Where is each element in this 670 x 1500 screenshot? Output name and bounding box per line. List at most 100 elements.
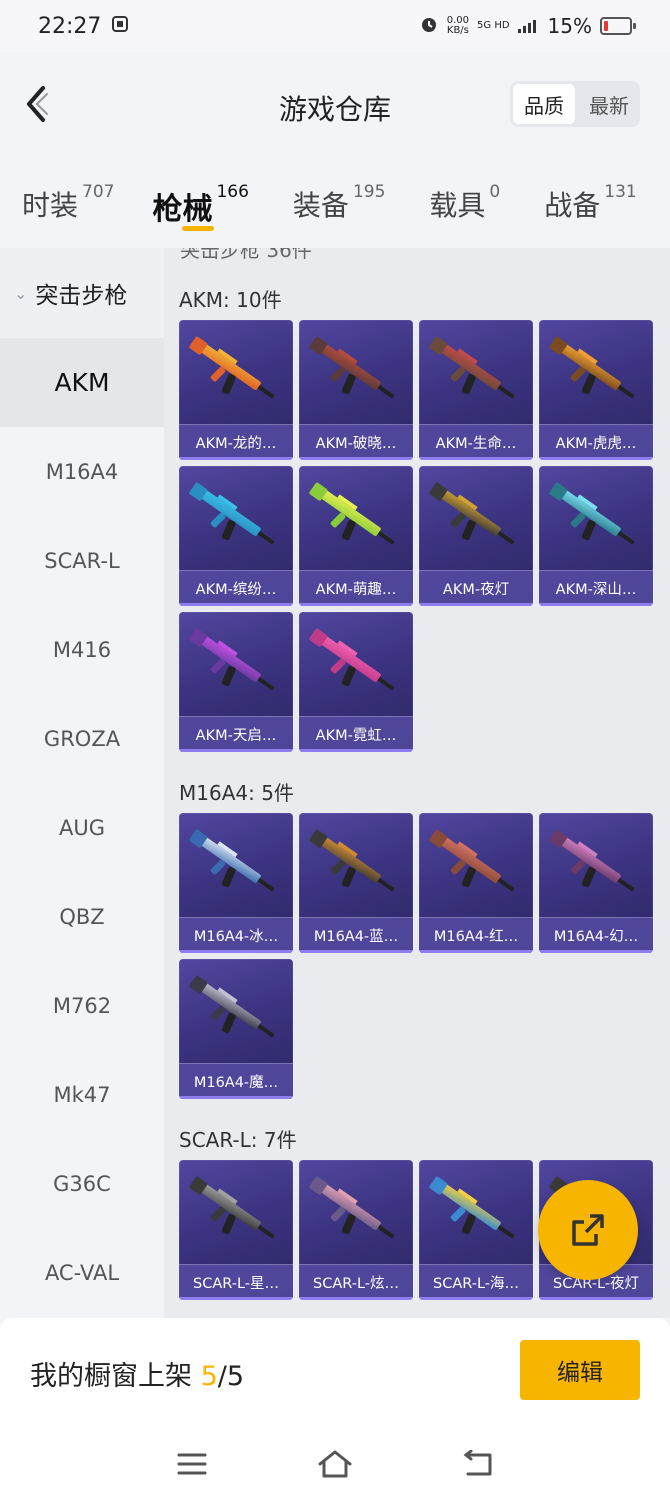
battery-percent: 15% (547, 14, 592, 38)
weapon-skin-image (189, 482, 275, 545)
weapon-card-name: AKM-天启… (179, 716, 293, 752)
weapon-skin-image (189, 628, 275, 691)
sidebar-item-groza[interactable]: GROZA (0, 694, 164, 783)
weapon-card-name: AKM-缤纷… (179, 570, 293, 606)
sidebar-item-g36c[interactable]: G36C (0, 1139, 164, 1228)
weapon-skin-image (189, 975, 275, 1038)
weapon-card[interactable]: SCAR-L-炫… (299, 1160, 413, 1300)
weapon-skin-image (309, 336, 395, 399)
weapon-card[interactable]: AKM-生命… (419, 320, 533, 460)
status-time: 22:27 (38, 13, 102, 39)
weapon-skin-image (189, 336, 275, 399)
sidebar-item-m16a4[interactable]: M16A4 (0, 427, 164, 516)
weapon-card-name: AKM-霓虹… (299, 716, 413, 752)
tab-supplies[interactable]: 战备 131 (544, 162, 636, 248)
weapon-card[interactable]: AKM-霓虹… (299, 612, 413, 752)
showcase-status: 我的橱窗上架 5/5 (30, 1360, 245, 1392)
home-button[interactable] (305, 1439, 365, 1489)
category-heading: 突击步枪 36件 (180, 248, 312, 262)
weapon-card[interactable]: AKM-虎虎… (539, 320, 653, 460)
menu-icon (177, 1453, 207, 1475)
showcase-bar: 我的橱窗上架 5/5 编辑 (0, 1318, 670, 1428)
weapon-card-name: AKM-夜灯 (419, 570, 533, 606)
weapon-card-name: AKM-龙的… (179, 424, 293, 460)
group-title: AKM: 10件 (179, 288, 282, 312)
weapon-card[interactable]: SCAR-L-星… (179, 1160, 293, 1300)
weapon-skin-image (189, 829, 275, 892)
weapon-card-name: M16A4-红… (419, 917, 533, 953)
tab-equipment[interactable]: 装备 195 (293, 162, 385, 248)
weapon-card[interactable]: AKM-深山… (539, 466, 653, 606)
weapon-card-name: M16A4-幻… (539, 917, 653, 953)
sidebar-item-m416[interactable]: M416 (0, 605, 164, 694)
weapon-card[interactable]: AKM-夜灯 (419, 466, 533, 606)
weapon-card[interactable]: AKM-龙的… (179, 320, 293, 460)
weapon-skin-image (429, 336, 515, 399)
weapon-card[interactable]: M16A4-蓝… (299, 813, 413, 953)
weapon-skin-image (429, 482, 515, 545)
sidebar-item-qbz[interactable]: QBZ (0, 872, 164, 961)
back-nav-button[interactable] (448, 1439, 508, 1489)
header: 游戏仓库 品质 最新 (0, 52, 670, 162)
sidebar-item-scar-l[interactable]: SCAR-L (0, 516, 164, 605)
weapon-card-name: AKM-深山… (539, 570, 653, 606)
sort-newest-button[interactable]: 最新 (578, 81, 640, 127)
weapon-card[interactable]: AKM-缤纷… (179, 466, 293, 606)
signal-bars-icon (517, 14, 540, 38)
weapon-skin-image (309, 482, 395, 545)
tab-vehicles[interactable]: 载具 0 (429, 162, 500, 248)
weapon-card[interactable]: M16A4-冰… (179, 813, 293, 953)
weapon-card-name: AKM-虎虎… (539, 424, 653, 460)
sidebar-item-mk47[interactable]: Mk47 (0, 1050, 164, 1139)
weapon-card-name: SCAR-L-星… (179, 1264, 293, 1300)
alarm-icon (419, 14, 439, 39)
sidebar-item-m762[interactable]: M762 (0, 961, 164, 1050)
weapon-skin-image (309, 1176, 395, 1239)
weapon-group-akm: AKM: 10件 AKM-龙的… AKM-破晓… AKM-生命… AKM-虎虎… AKM… (179, 280, 659, 752)
sort-quality-button[interactable]: 品质 (513, 84, 575, 124)
weapon-list[interactable]: 突击步枪 36件 AKM: 10件 AKM-龙的… AKM-破晓… AKM-生命… A… (164, 248, 670, 1318)
edit-button[interactable]: 编辑 (520, 1340, 640, 1400)
weapon-card-name: M16A4-魔… (179, 1063, 293, 1099)
weapon-card-name: SCAR-L-炫… (299, 1264, 413, 1300)
menu-button[interactable] (162, 1439, 222, 1489)
tab-indicator (182, 226, 215, 231)
system-nav-bar (0, 1428, 670, 1500)
weapon-card-name: M16A4-蓝… (299, 917, 413, 953)
weapon-sidebar: ⌄ 突击步枪 AKM M16A4 SCAR-L M416 GROZA AUG Q… (0, 248, 164, 1318)
notification-icon (111, 14, 129, 39)
sort-toggle: 品质 最新 (510, 81, 640, 127)
battery-icon (600, 17, 636, 35)
weapon-skin-image (549, 482, 635, 545)
weapon-card-name: M16A4-冰… (179, 917, 293, 953)
weapon-group-m16a4: M16A4: 5件 M16A4-冰… M16A4-蓝… M16A4-红… M16A4-… (179, 773, 659, 1099)
sidebar-item-ac-val[interactable]: AC-VAL (0, 1228, 164, 1317)
weapon-skin-image (189, 1176, 275, 1239)
weapon-card[interactable]: SCAR-L-海… (419, 1160, 533, 1300)
external-link-icon (572, 1214, 604, 1246)
sidebar-item-akm[interactable]: AKM (0, 338, 164, 427)
sidebar-item-aug[interactable]: AUG (0, 783, 164, 872)
weapon-card[interactable]: M16A4-幻… (539, 813, 653, 953)
home-icon (318, 1450, 352, 1478)
weapon-card[interactable]: AKM-破晓… (299, 320, 413, 460)
weapon-skin-image (549, 336, 635, 399)
group-title: SCAR-L: 7件 (179, 1128, 297, 1152)
sidebar-category-assault-rifle[interactable]: ⌄ 突击步枪 (0, 248, 164, 338)
weapon-card[interactable]: M16A4-魔… (179, 959, 293, 1099)
chevron-down-icon: ⌄ (14, 283, 28, 303)
weapon-skin-image (429, 829, 515, 892)
weapon-card[interactable]: AKM-萌趣… (299, 466, 413, 606)
return-icon (463, 1450, 492, 1476)
weapon-card-name: SCAR-L-海… (419, 1264, 533, 1300)
share-button[interactable] (538, 1180, 638, 1280)
weapon-skin-image (429, 1176, 515, 1239)
signal-indicator: 5G HD (477, 20, 510, 31)
tab-guns[interactable]: 枪械 166 (152, 162, 249, 248)
tab-fashion[interactable]: 时装 707 (22, 162, 114, 248)
weapon-card[interactable]: AKM-天启… (179, 612, 293, 752)
net-speed: 0.00 KB/s (446, 15, 470, 36)
weapon-card[interactable]: M16A4-红… (419, 813, 533, 953)
group-title: M16A4: 5件 (179, 781, 294, 805)
weapon-skin-image (309, 628, 395, 691)
